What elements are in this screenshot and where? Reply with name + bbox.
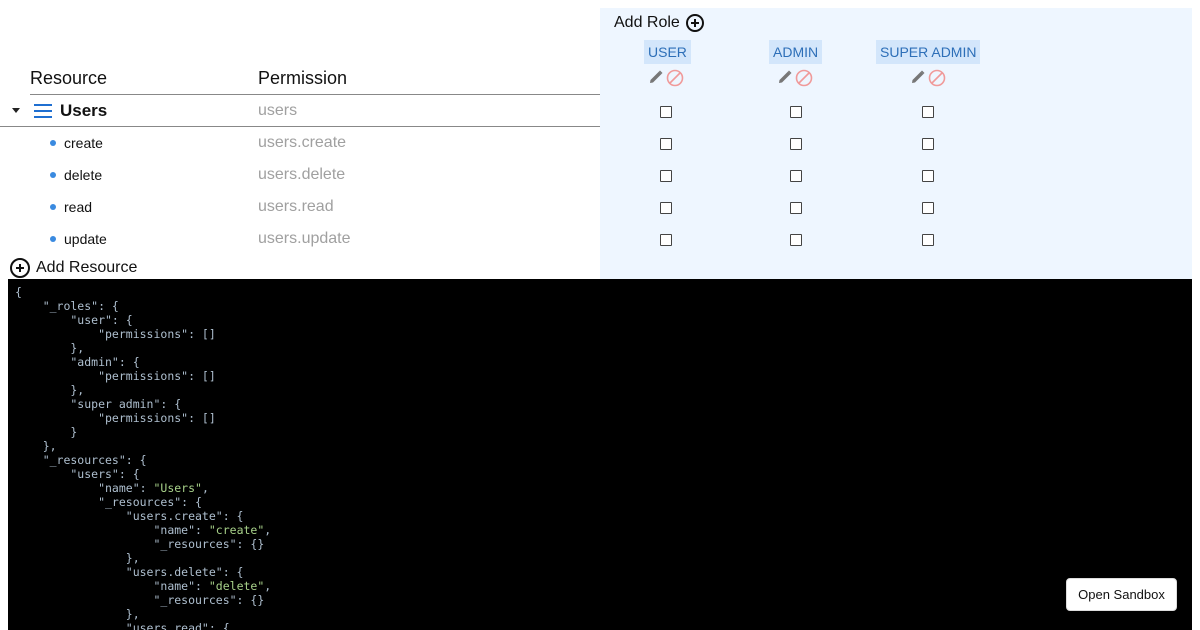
json-code: { "_roles": { "user": { "permissions": [… <box>15 285 272 630</box>
ban-icon[interactable] <box>666 69 684 87</box>
permission-checkbox[interactable] <box>790 170 802 182</box>
item-name: read <box>64 199 93 215</box>
open-sandbox-button[interactable]: Open Sandbox <box>1066 578 1177 611</box>
pencil-icon[interactable] <box>777 69 793 85</box>
permission-checkbox[interactable] <box>660 170 672 182</box>
role-name[interactable]: USER <box>644 40 691 64</box>
resource-item-row: create users.create <box>0 127 600 159</box>
item-permission: users.create <box>258 134 347 151</box>
permission-checkbox[interactable] <box>790 138 802 150</box>
collapse-caret-icon[interactable] <box>12 108 20 113</box>
permission-checkbox[interactable] <box>660 138 672 150</box>
item-permission: users.update <box>258 230 351 247</box>
item-permission: users.delete <box>258 166 346 183</box>
permission-checkbox[interactable] <box>660 202 672 214</box>
permission-checkbox[interactable] <box>922 106 934 118</box>
permission-column-header: Permission <box>258 68 348 88</box>
bullet-icon <box>50 140 56 146</box>
group-name: Users <box>60 101 108 120</box>
resource-item-row: delete users.delete <box>0 159 600 191</box>
resource-column-header: Resource <box>30 68 108 88</box>
ban-icon[interactable] <box>928 69 946 87</box>
add-role-button[interactable]: Add Role <box>614 14 704 32</box>
item-name: update <box>64 231 107 247</box>
group-permission: users <box>258 102 298 119</box>
menu-icon[interactable] <box>34 104 52 118</box>
item-name: create <box>64 135 103 151</box>
pencil-icon[interactable] <box>648 69 664 85</box>
role-name[interactable]: SUPER ADMIN <box>876 40 981 64</box>
bullet-icon <box>50 236 56 242</box>
resource-table-header: Resource Permission <box>30 64 600 95</box>
add-role-label: Add Role <box>614 14 680 31</box>
resource-item-row: read users.read <box>0 191 600 223</box>
permission-checkbox[interactable] <box>790 234 802 246</box>
add-resource-button[interactable]: Add Resource <box>10 257 137 279</box>
plus-circle-icon <box>685 14 704 32</box>
permission-checkbox[interactable] <box>922 138 934 150</box>
role-name[interactable]: ADMIN <box>769 40 823 64</box>
roles-panel: Add Role USER ADMIN SUPER ADMIN <box>600 8 1192 279</box>
item-name: delete <box>64 167 103 183</box>
permission-checkbox[interactable] <box>790 106 802 118</box>
permission-checkbox[interactable] <box>660 234 672 246</box>
item-permission: users.read <box>258 198 334 215</box>
permission-checkbox[interactable] <box>922 234 934 246</box>
ban-icon[interactable] <box>795 69 813 87</box>
resource-group-row: Users users <box>0 95 600 127</box>
add-resource-label: Add Resource <box>36 259 138 276</box>
permission-checkbox[interactable] <box>660 106 672 118</box>
json-output-panel: { "_roles": { "user": { "permissions": [… <box>8 279 1192 630</box>
permission-checkbox[interactable] <box>790 202 802 214</box>
pencil-icon[interactable] <box>910 69 926 85</box>
permission-checkbox[interactable] <box>922 202 934 214</box>
permission-checkbox[interactable] <box>922 170 934 182</box>
bullet-icon <box>50 172 56 178</box>
resource-item-row: update users.update <box>0 223 600 255</box>
plus-circle-icon <box>10 258 30 278</box>
bullet-icon <box>50 204 56 210</box>
